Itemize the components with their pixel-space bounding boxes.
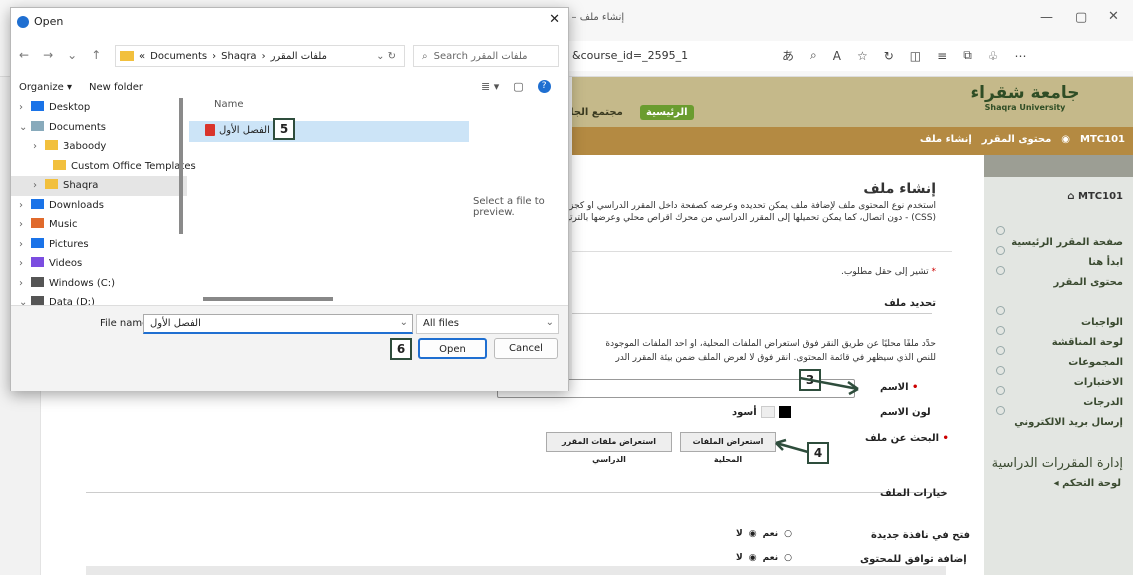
callout-arrows — [775, 376, 859, 454]
